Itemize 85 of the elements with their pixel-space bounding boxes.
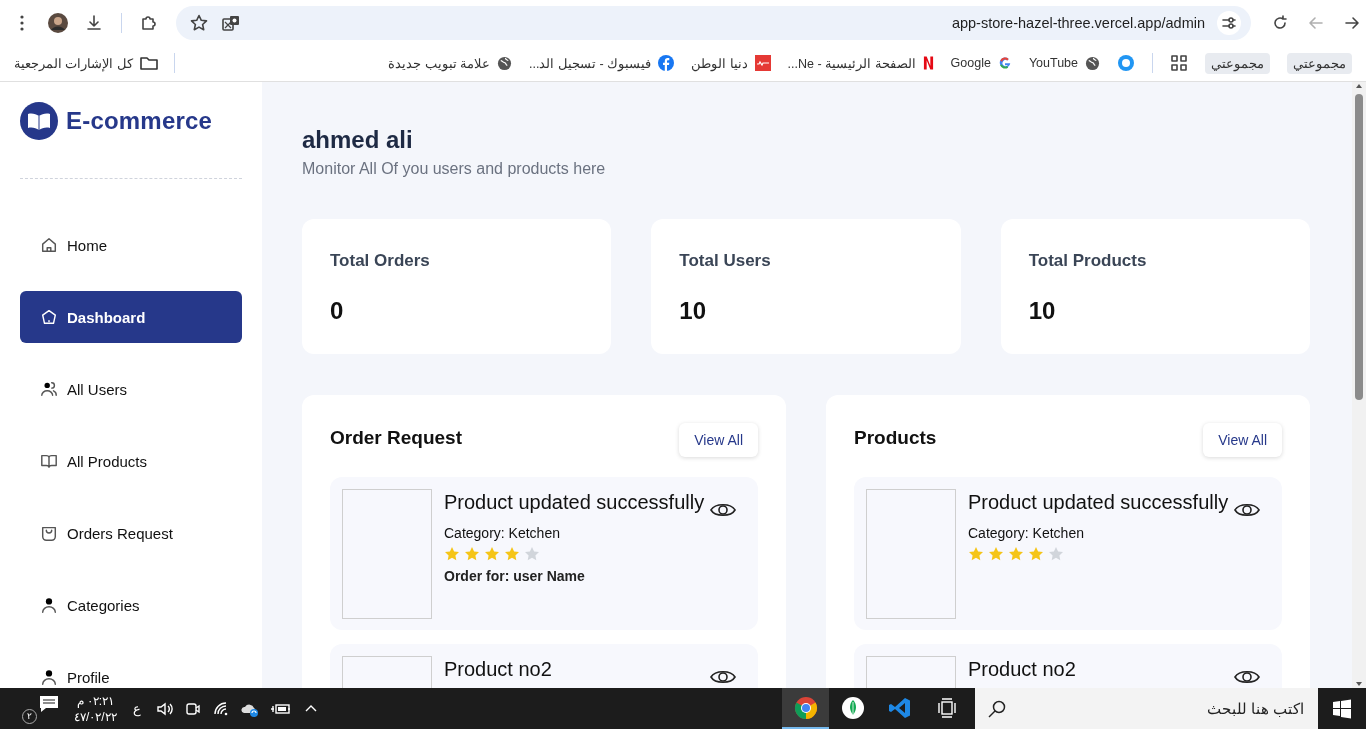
star-icon bbox=[988, 546, 1004, 562]
news-icon bbox=[754, 55, 771, 71]
book-logo-icon bbox=[20, 102, 58, 140]
bookmark[interactable]: Google bbox=[950, 56, 1012, 70]
book-icon bbox=[40, 452, 58, 470]
netflix-icon bbox=[922, 55, 934, 71]
bookmark-group[interactable]: مجموعتي bbox=[1287, 52, 1352, 74]
user-name: ahmed ali bbox=[302, 126, 414, 154]
eye-icon[interactable] bbox=[1234, 668, 1260, 686]
nav-item[interactable]: Dashboard bbox=[20, 291, 242, 343]
bag-icon bbox=[40, 524, 58, 542]
download-icon[interactable] bbox=[84, 12, 104, 33]
star-icon bbox=[524, 546, 540, 562]
stat-value: 0 bbox=[330, 297, 345, 325]
stat-value: 10 bbox=[679, 297, 708, 325]
home-icon bbox=[40, 236, 58, 254]
facebook-icon bbox=[658, 55, 675, 71]
folder-icon bbox=[139, 56, 158, 70]
apps-grid-icon[interactable] bbox=[1170, 54, 1188, 72]
nav-item[interactable]: Orders Request bbox=[20, 507, 242, 559]
bookmark[interactable]: فيسبوك - تسجيل الد... bbox=[529, 55, 675, 71]
leaf-icon bbox=[840, 695, 865, 720]
stat-label: Total Products bbox=[1028, 251, 1148, 271]
star-icon[interactable] bbox=[189, 12, 209, 33]
product-category: Category: Ketchen bbox=[444, 525, 561, 541]
circle-icon[interactable] bbox=[1117, 54, 1135, 72]
google-icon bbox=[997, 56, 1012, 70]
avatar-icon[interactable] bbox=[48, 12, 68, 33]
product-title: Product no2 bbox=[444, 658, 552, 681]
stat-value: 10 bbox=[1028, 297, 1057, 325]
globe-icon bbox=[497, 55, 513, 71]
nav-item[interactable]: All Users bbox=[20, 363, 242, 415]
product-category: Category: Ketchen bbox=[968, 525, 1085, 541]
star-icon bbox=[1048, 546, 1064, 562]
search-box[interactable]: اكتب هنا للبحث bbox=[975, 688, 1318, 729]
product-title: Product updated successfully bbox=[444, 491, 705, 514]
stat-label: Total Users bbox=[679, 251, 772, 271]
nav-item[interactable]: Home bbox=[20, 219, 242, 271]
star-icon bbox=[968, 546, 984, 562]
star-icon bbox=[484, 546, 500, 562]
address-bar[interactable]: app-store-hazel-three.vercel.app/admin bbox=[951, 14, 1205, 31]
globe-icon bbox=[1085, 55, 1100, 71]
bookmark[interactable]: دنيا الوطن bbox=[691, 55, 771, 71]
bookmark[interactable]: الصفحة الرئيسية - Ne... bbox=[787, 55, 934, 71]
search-icon bbox=[987, 698, 1007, 719]
panel-title: Products bbox=[854, 427, 937, 449]
nav-item[interactable]: All Products bbox=[20, 435, 242, 487]
chrome-icon bbox=[793, 695, 818, 720]
star-icon bbox=[1008, 546, 1024, 562]
bookmark-group[interactable]: مجموعتي bbox=[1205, 52, 1270, 74]
page-subtitle: Monitor All Of you users and products here bbox=[302, 160, 607, 178]
stat-label: Total Orders bbox=[330, 251, 431, 271]
product-title: Product no2 bbox=[968, 658, 1076, 681]
eye-icon[interactable] bbox=[1234, 501, 1260, 519]
house-icon bbox=[40, 308, 58, 326]
view-all-button[interactable]: View All bbox=[1203, 423, 1282, 457]
language-indicator[interactable]: ع bbox=[132, 688, 141, 729]
search-field[interactable]: اكتب هنا للبحث bbox=[1017, 699, 1306, 718]
bookmark[interactable]: YouTube bbox=[1028, 55, 1100, 71]
code-editor-icon bbox=[887, 695, 912, 720]
star-icon bbox=[464, 546, 480, 562]
taskbar-app[interactable] bbox=[782, 688, 829, 729]
star-icon bbox=[1028, 546, 1044, 562]
all-bookmarks-link[interactable]: كل الإشارات المرجعية bbox=[14, 55, 158, 71]
bookmark[interactable]: علامة تبويب جديدة bbox=[388, 55, 513, 71]
eye-icon[interactable] bbox=[710, 668, 736, 686]
view-all-button[interactable]: View All bbox=[679, 423, 758, 457]
logo-text: E-commerce bbox=[66, 107, 213, 135]
nav-item[interactable]: Categories bbox=[20, 579, 242, 631]
star-icon bbox=[444, 546, 460, 562]
product-title: Product updated successfully bbox=[968, 491, 1229, 514]
nav-item[interactable]: Profile bbox=[20, 651, 242, 688]
eye-icon[interactable] bbox=[710, 501, 736, 519]
scrollbar-thumb[interactable] bbox=[1355, 94, 1363, 400]
star-icon bbox=[504, 546, 520, 562]
wifi-icon[interactable] bbox=[211, 699, 230, 718]
notification-count: ٢ bbox=[22, 709, 37, 724]
windows-logo-icon[interactable] bbox=[1332, 698, 1352, 719]
panel-title: Order Request bbox=[330, 427, 462, 449]
task-view-icon[interactable] bbox=[935, 696, 958, 719]
clock[interactable]: م ٠٢:٢١ ٤٧/٠٢/٢٢ bbox=[74, 688, 117, 729]
order-customer: Order for: user Name bbox=[444, 568, 586, 584]
users-icon bbox=[40, 380, 58, 398]
person-icon bbox=[40, 596, 58, 614]
person-icon bbox=[40, 668, 58, 686]
